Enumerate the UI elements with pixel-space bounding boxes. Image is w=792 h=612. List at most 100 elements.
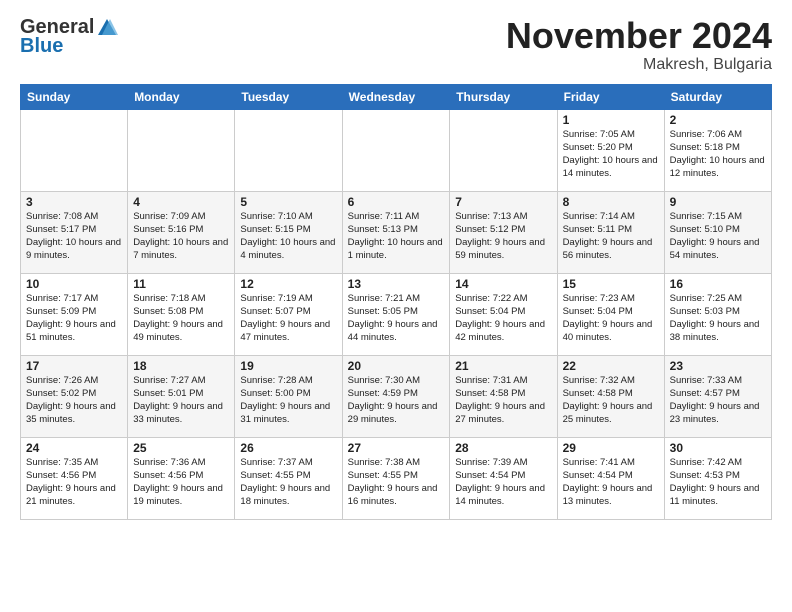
table-row: 23Sunrise: 7:33 AM Sunset: 4:57 PM Dayli… [664,355,771,437]
logo-icon [96,17,118,39]
day-info: Sunrise: 7:36 AM Sunset: 4:56 PM Dayligh… [133,456,229,509]
page: General Blue November 2024 Makresh, Bulg… [0,0,792,530]
day-number: 5 [240,195,336,209]
day-number: 2 [670,113,766,127]
day-number: 4 [133,195,229,209]
day-number: 30 [670,441,766,455]
day-number: 21 [455,359,551,373]
table-row: 29Sunrise: 7:41 AM Sunset: 4:54 PM Dayli… [557,437,664,519]
col-saturday: Saturday [664,84,771,109]
day-info: Sunrise: 7:10 AM Sunset: 5:15 PM Dayligh… [240,210,336,263]
day-info: Sunrise: 7:28 AM Sunset: 5:00 PM Dayligh… [240,374,336,427]
table-row: 28Sunrise: 7:39 AM Sunset: 4:54 PM Dayli… [450,437,557,519]
table-row [450,109,557,191]
day-number: 23 [670,359,766,373]
day-number: 18 [133,359,229,373]
day-info: Sunrise: 7:37 AM Sunset: 4:55 PM Dayligh… [240,456,336,509]
logo-blue: Blue [20,35,63,58]
table-row [128,109,235,191]
table-row: 20Sunrise: 7:30 AM Sunset: 4:59 PM Dayli… [342,355,450,437]
table-row: 9Sunrise: 7:15 AM Sunset: 5:10 PM Daylig… [664,191,771,273]
calendar-week-row: 3Sunrise: 7:08 AM Sunset: 5:17 PM Daylig… [21,191,772,273]
day-info: Sunrise: 7:18 AM Sunset: 5:08 PM Dayligh… [133,292,229,345]
day-number: 19 [240,359,336,373]
day-number: 11 [133,277,229,291]
table-row: 21Sunrise: 7:31 AM Sunset: 4:58 PM Dayli… [450,355,557,437]
table-row: 18Sunrise: 7:27 AM Sunset: 5:01 PM Dayli… [128,355,235,437]
day-number: 7 [455,195,551,209]
day-info: Sunrise: 7:13 AM Sunset: 5:12 PM Dayligh… [455,210,551,263]
table-row: 30Sunrise: 7:42 AM Sunset: 4:53 PM Dayli… [664,437,771,519]
table-row: 12Sunrise: 7:19 AM Sunset: 5:07 PM Dayli… [235,273,342,355]
col-sunday: Sunday [21,84,128,109]
calendar-week-row: 17Sunrise: 7:26 AM Sunset: 5:02 PM Dayli… [21,355,772,437]
day-number: 25 [133,441,229,455]
table-row: 4Sunrise: 7:09 AM Sunset: 5:16 PM Daylig… [128,191,235,273]
day-info: Sunrise: 7:41 AM Sunset: 4:54 PM Dayligh… [563,456,659,509]
day-number: 27 [348,441,445,455]
table-row: 19Sunrise: 7:28 AM Sunset: 5:00 PM Dayli… [235,355,342,437]
table-row: 5Sunrise: 7:10 AM Sunset: 5:15 PM Daylig… [235,191,342,273]
day-number: 3 [26,195,122,209]
day-number: 14 [455,277,551,291]
day-info: Sunrise: 7:19 AM Sunset: 5:07 PM Dayligh… [240,292,336,345]
day-number: 28 [455,441,551,455]
table-row: 22Sunrise: 7:32 AM Sunset: 4:58 PM Dayli… [557,355,664,437]
day-info: Sunrise: 7:39 AM Sunset: 4:54 PM Dayligh… [455,456,551,509]
table-row: 17Sunrise: 7:26 AM Sunset: 5:02 PM Dayli… [21,355,128,437]
table-row [342,109,450,191]
col-monday: Monday [128,84,235,109]
day-info: Sunrise: 7:38 AM Sunset: 4:55 PM Dayligh… [348,456,445,509]
day-number: 24 [26,441,122,455]
day-number: 16 [670,277,766,291]
table-row: 8Sunrise: 7:14 AM Sunset: 5:11 PM Daylig… [557,191,664,273]
day-number: 9 [670,195,766,209]
day-info: Sunrise: 7:23 AM Sunset: 5:04 PM Dayligh… [563,292,659,345]
day-info: Sunrise: 7:30 AM Sunset: 4:59 PM Dayligh… [348,374,445,427]
day-info: Sunrise: 7:32 AM Sunset: 4:58 PM Dayligh… [563,374,659,427]
table-row: 10Sunrise: 7:17 AM Sunset: 5:09 PM Dayli… [21,273,128,355]
header: General Blue November 2024 Makresh, Bulg… [20,16,772,74]
day-info: Sunrise: 7:25 AM Sunset: 5:03 PM Dayligh… [670,292,766,345]
col-wednesday: Wednesday [342,84,450,109]
month-title: November 2024 [506,16,772,56]
day-info: Sunrise: 7:09 AM Sunset: 5:16 PM Dayligh… [133,210,229,263]
day-number: 10 [26,277,122,291]
table-row: 15Sunrise: 7:23 AM Sunset: 5:04 PM Dayli… [557,273,664,355]
day-number: 12 [240,277,336,291]
day-number: 15 [563,277,659,291]
table-row [21,109,128,191]
day-info: Sunrise: 7:06 AM Sunset: 5:18 PM Dayligh… [670,128,766,181]
calendar-week-row: 24Sunrise: 7:35 AM Sunset: 4:56 PM Dayli… [21,437,772,519]
col-tuesday: Tuesday [235,84,342,109]
day-info: Sunrise: 7:21 AM Sunset: 5:05 PM Dayligh… [348,292,445,345]
day-info: Sunrise: 7:17 AM Sunset: 5:09 PM Dayligh… [26,292,122,345]
table-row: 16Sunrise: 7:25 AM Sunset: 5:03 PM Dayli… [664,273,771,355]
day-number: 17 [26,359,122,373]
day-number: 8 [563,195,659,209]
day-number: 13 [348,277,445,291]
day-info: Sunrise: 7:14 AM Sunset: 5:11 PM Dayligh… [563,210,659,263]
day-number: 29 [563,441,659,455]
day-number: 26 [240,441,336,455]
day-info: Sunrise: 7:11 AM Sunset: 5:13 PM Dayligh… [348,210,445,263]
day-number: 20 [348,359,445,373]
day-info: Sunrise: 7:27 AM Sunset: 5:01 PM Dayligh… [133,374,229,427]
table-row: 14Sunrise: 7:22 AM Sunset: 5:04 PM Dayli… [450,273,557,355]
day-number: 22 [563,359,659,373]
day-info: Sunrise: 7:08 AM Sunset: 5:17 PM Dayligh… [26,210,122,263]
day-info: Sunrise: 7:22 AM Sunset: 5:04 PM Dayligh… [455,292,551,345]
table-row: 24Sunrise: 7:35 AM Sunset: 4:56 PM Dayli… [21,437,128,519]
day-number: 1 [563,113,659,127]
table-row: 7Sunrise: 7:13 AM Sunset: 5:12 PM Daylig… [450,191,557,273]
location: Makresh, Bulgaria [506,56,772,74]
calendar-table: Sunday Monday Tuesday Wednesday Thursday… [20,84,772,520]
day-info: Sunrise: 7:33 AM Sunset: 4:57 PM Dayligh… [670,374,766,427]
calendar-week-row: 1Sunrise: 7:05 AM Sunset: 5:20 PM Daylig… [21,109,772,191]
logo: General Blue [20,16,118,58]
table-row [235,109,342,191]
day-info: Sunrise: 7:35 AM Sunset: 4:56 PM Dayligh… [26,456,122,509]
table-row: 13Sunrise: 7:21 AM Sunset: 5:05 PM Dayli… [342,273,450,355]
title-block: November 2024 Makresh, Bulgaria [506,16,772,74]
calendar-header-row: Sunday Monday Tuesday Wednesday Thursday… [21,84,772,109]
